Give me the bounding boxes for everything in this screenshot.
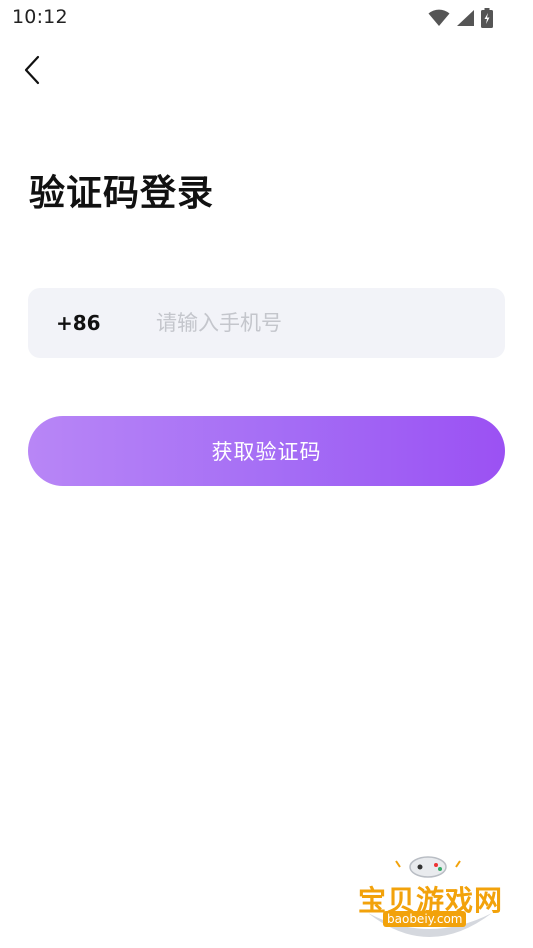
wifi-icon (428, 9, 450, 26)
page-title: 验证码登录 (29, 173, 215, 214)
status-time: 10:12 (12, 6, 68, 28)
country-code-selector[interactable]: +86 (56, 288, 101, 358)
get-verification-code-button[interactable]: 获取验证码 (28, 416, 505, 486)
phone-number-input[interactable] (156, 288, 486, 358)
phone-input-container: +86 (28, 288, 505, 358)
watermark-url: baobeiy.com (383, 911, 467, 927)
battery-charging-icon (481, 8, 493, 28)
status-icons (428, 8, 493, 28)
status-bar: 10:12 (0, 0, 533, 36)
back-button[interactable] (14, 52, 50, 88)
cell-signal-icon (457, 10, 474, 26)
chevron-left-icon (24, 55, 40, 85)
watermark-logo: 宝贝游戏网 baobeiy.com (356, 853, 502, 943)
